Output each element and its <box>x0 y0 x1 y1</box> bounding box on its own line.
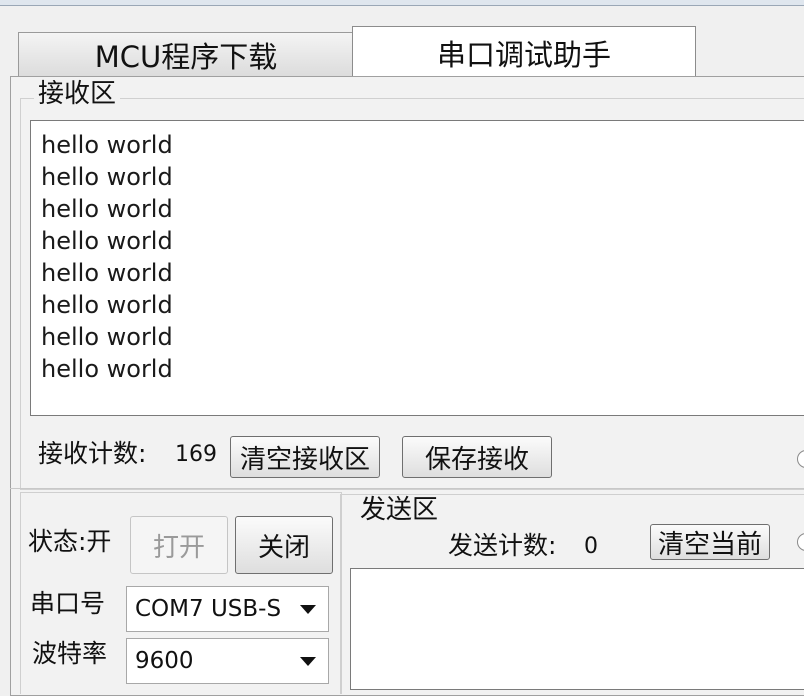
tab-mcu-download[interactable]: MCU程序下载 <box>18 32 354 76</box>
port-select-value: COM7 USB-S <box>135 596 282 622</box>
receive-legend: 接收区 <box>34 79 121 109</box>
receive-line: hello world <box>41 355 173 383</box>
send-legend: 发送区 <box>356 495 443 525</box>
dropdown-arrow-icon <box>300 604 316 614</box>
receive-line: hello world <box>41 195 173 223</box>
baud-select-value: 9600 <box>135 648 194 674</box>
port-number-label: 串口号 <box>30 589 106 618</box>
receive-line: hello world <box>41 163 173 191</box>
receive-count-label: 接收计数: <box>38 439 147 468</box>
clear-send-button[interactable]: 清空当前 <box>650 524 770 560</box>
receive-line: hello world <box>41 291 173 319</box>
baud-select[interactable]: 9600 <box>126 638 329 684</box>
clear-receive-button[interactable]: 清空接收区 <box>230 436 380 478</box>
baud-rate-label: 波特率 <box>32 639 108 668</box>
receive-textarea[interactable]: hello world hello world hello world hell… <box>30 120 804 416</box>
send-count-label: 发送计数: <box>448 531 557 560</box>
open-port-button[interactable]: 打开 <box>130 516 228 574</box>
divider <box>10 488 804 489</box>
close-port-button[interactable]: 关闭 <box>235 516 333 574</box>
window-top-edge <box>0 0 804 6</box>
port-select[interactable]: COM7 USB-S <box>126 586 329 632</box>
send-count-value: 0 <box>584 534 598 559</box>
save-receive-button[interactable]: 保存接收 <box>402 436 552 478</box>
dropdown-arrow-icon <box>300 656 316 666</box>
send-textarea[interactable] <box>350 568 804 690</box>
receive-line: hello world <box>41 323 173 351</box>
tab-serial-assistant[interactable]: 串口调试助手 <box>352 26 696 78</box>
port-status-label: 状态:开 <box>28 527 112 556</box>
receive-line: hello world <box>41 227 173 255</box>
receive-count-value: 169 <box>175 442 217 467</box>
receive-line: hello world <box>41 131 173 159</box>
receive-line: hello world <box>41 259 173 287</box>
